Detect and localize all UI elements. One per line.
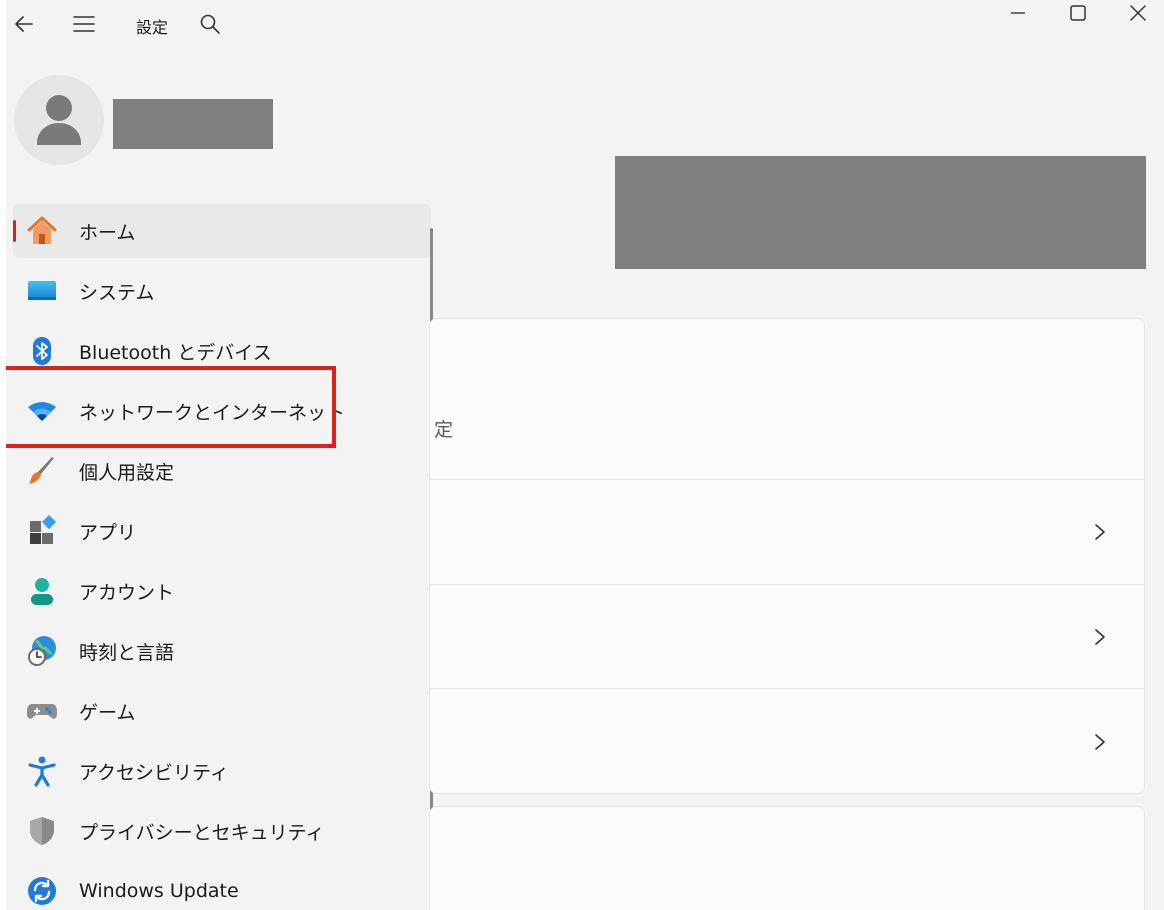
nav-item-personalization[interactable]: 個人用設定 [13,444,431,498]
selection-indicator [13,220,16,242]
bluetooth-icon [26,335,58,367]
shield-icon [26,815,58,847]
navigation-pane: ホーム システム Bluetooth とデバイス ネットワークとインターネット [6,198,436,910]
nav-item-apps[interactable]: アプリ [13,504,431,558]
user-name-redacted [113,99,273,149]
app-title: 設定 [136,18,169,37]
close-button[interactable] [1108,0,1164,26]
card-partial-text: 定 [434,419,454,441]
maximize-button[interactable] [1048,0,1108,26]
nav-item-windows-update[interactable]: Windows Update [13,864,431,910]
system-icon [26,275,58,307]
nav-label-windows-update: Windows Update [79,880,239,902]
nav-label-accessibility: アクセシビリティ [79,761,229,784]
nav-item-accessibility[interactable]: アクセシビリティ [13,744,431,798]
nav-item-bluetooth[interactable]: Bluetooth とデバイス [13,324,431,378]
nav-item-network[interactable]: ネットワークとインターネット [13,384,431,438]
minimize-icon [1011,12,1025,14]
user-avatar[interactable] [14,75,104,165]
paintbrush-icon [26,455,58,487]
search-icon [200,14,220,34]
nav-item-time-language[interactable]: 時刻と言語 [13,624,431,678]
settings-window: 設定 ホーム システム Bluetooth とデバイス ネットワークとインターネ… [6,0,1164,910]
account-icon [26,575,58,607]
chevron-right-icon[interactable] [1090,732,1110,752]
accessibility-icon [26,755,58,787]
nav-item-privacy[interactable]: プライバシーとセキュリティ [13,804,431,858]
settings-card [429,806,1145,910]
nav-item-accounts[interactable]: アカウント [13,564,431,618]
title-bar: 設定 [6,0,1164,48]
navigation-menu-button[interactable] [68,8,100,40]
maximize-icon [1070,5,1086,21]
apps-icon [26,515,58,547]
chevron-right-icon[interactable] [1090,522,1110,542]
search-button[interactable] [194,8,226,40]
nav-label-home: ホーム [79,221,136,244]
card-divider [430,479,1144,480]
minimize-button[interactable] [988,0,1048,26]
gamepad-icon [26,695,58,727]
nav-item-gaming[interactable]: ゲーム [13,684,431,738]
card-divider [430,688,1144,689]
nav-label-bluetooth: Bluetooth とデバイス [79,341,272,364]
banner-redacted [615,156,1146,269]
close-icon [1130,5,1146,21]
back-button[interactable] [8,8,40,40]
home-icon [26,215,58,247]
nav-label-personalization: 個人用設定 [79,461,175,484]
person-icon [37,95,81,145]
settings-card: 定 [429,318,1145,794]
nav-label-apps: アプリ [79,521,137,544]
chevron-right-icon[interactable] [1090,627,1110,647]
nav-label-gaming: ゲーム [79,701,136,724]
time-language-icon [26,635,58,667]
nav-label-accounts: アカウント [79,581,175,604]
hamburger-icon [73,16,95,32]
wifi-icon [26,395,58,427]
card-divider [430,584,1144,585]
nav-item-system[interactable]: システム [13,264,431,318]
back-arrow-icon [15,16,33,32]
nav-label-time-language: 時刻と言語 [79,641,175,664]
nav-item-home[interactable]: ホーム [13,204,431,258]
nav-label-system: システム [79,281,155,304]
nav-label-network: ネットワークとインターネット [79,401,346,424]
nav-label-privacy: プライバシーとセキュリティ [79,821,325,844]
update-icon [26,875,58,907]
